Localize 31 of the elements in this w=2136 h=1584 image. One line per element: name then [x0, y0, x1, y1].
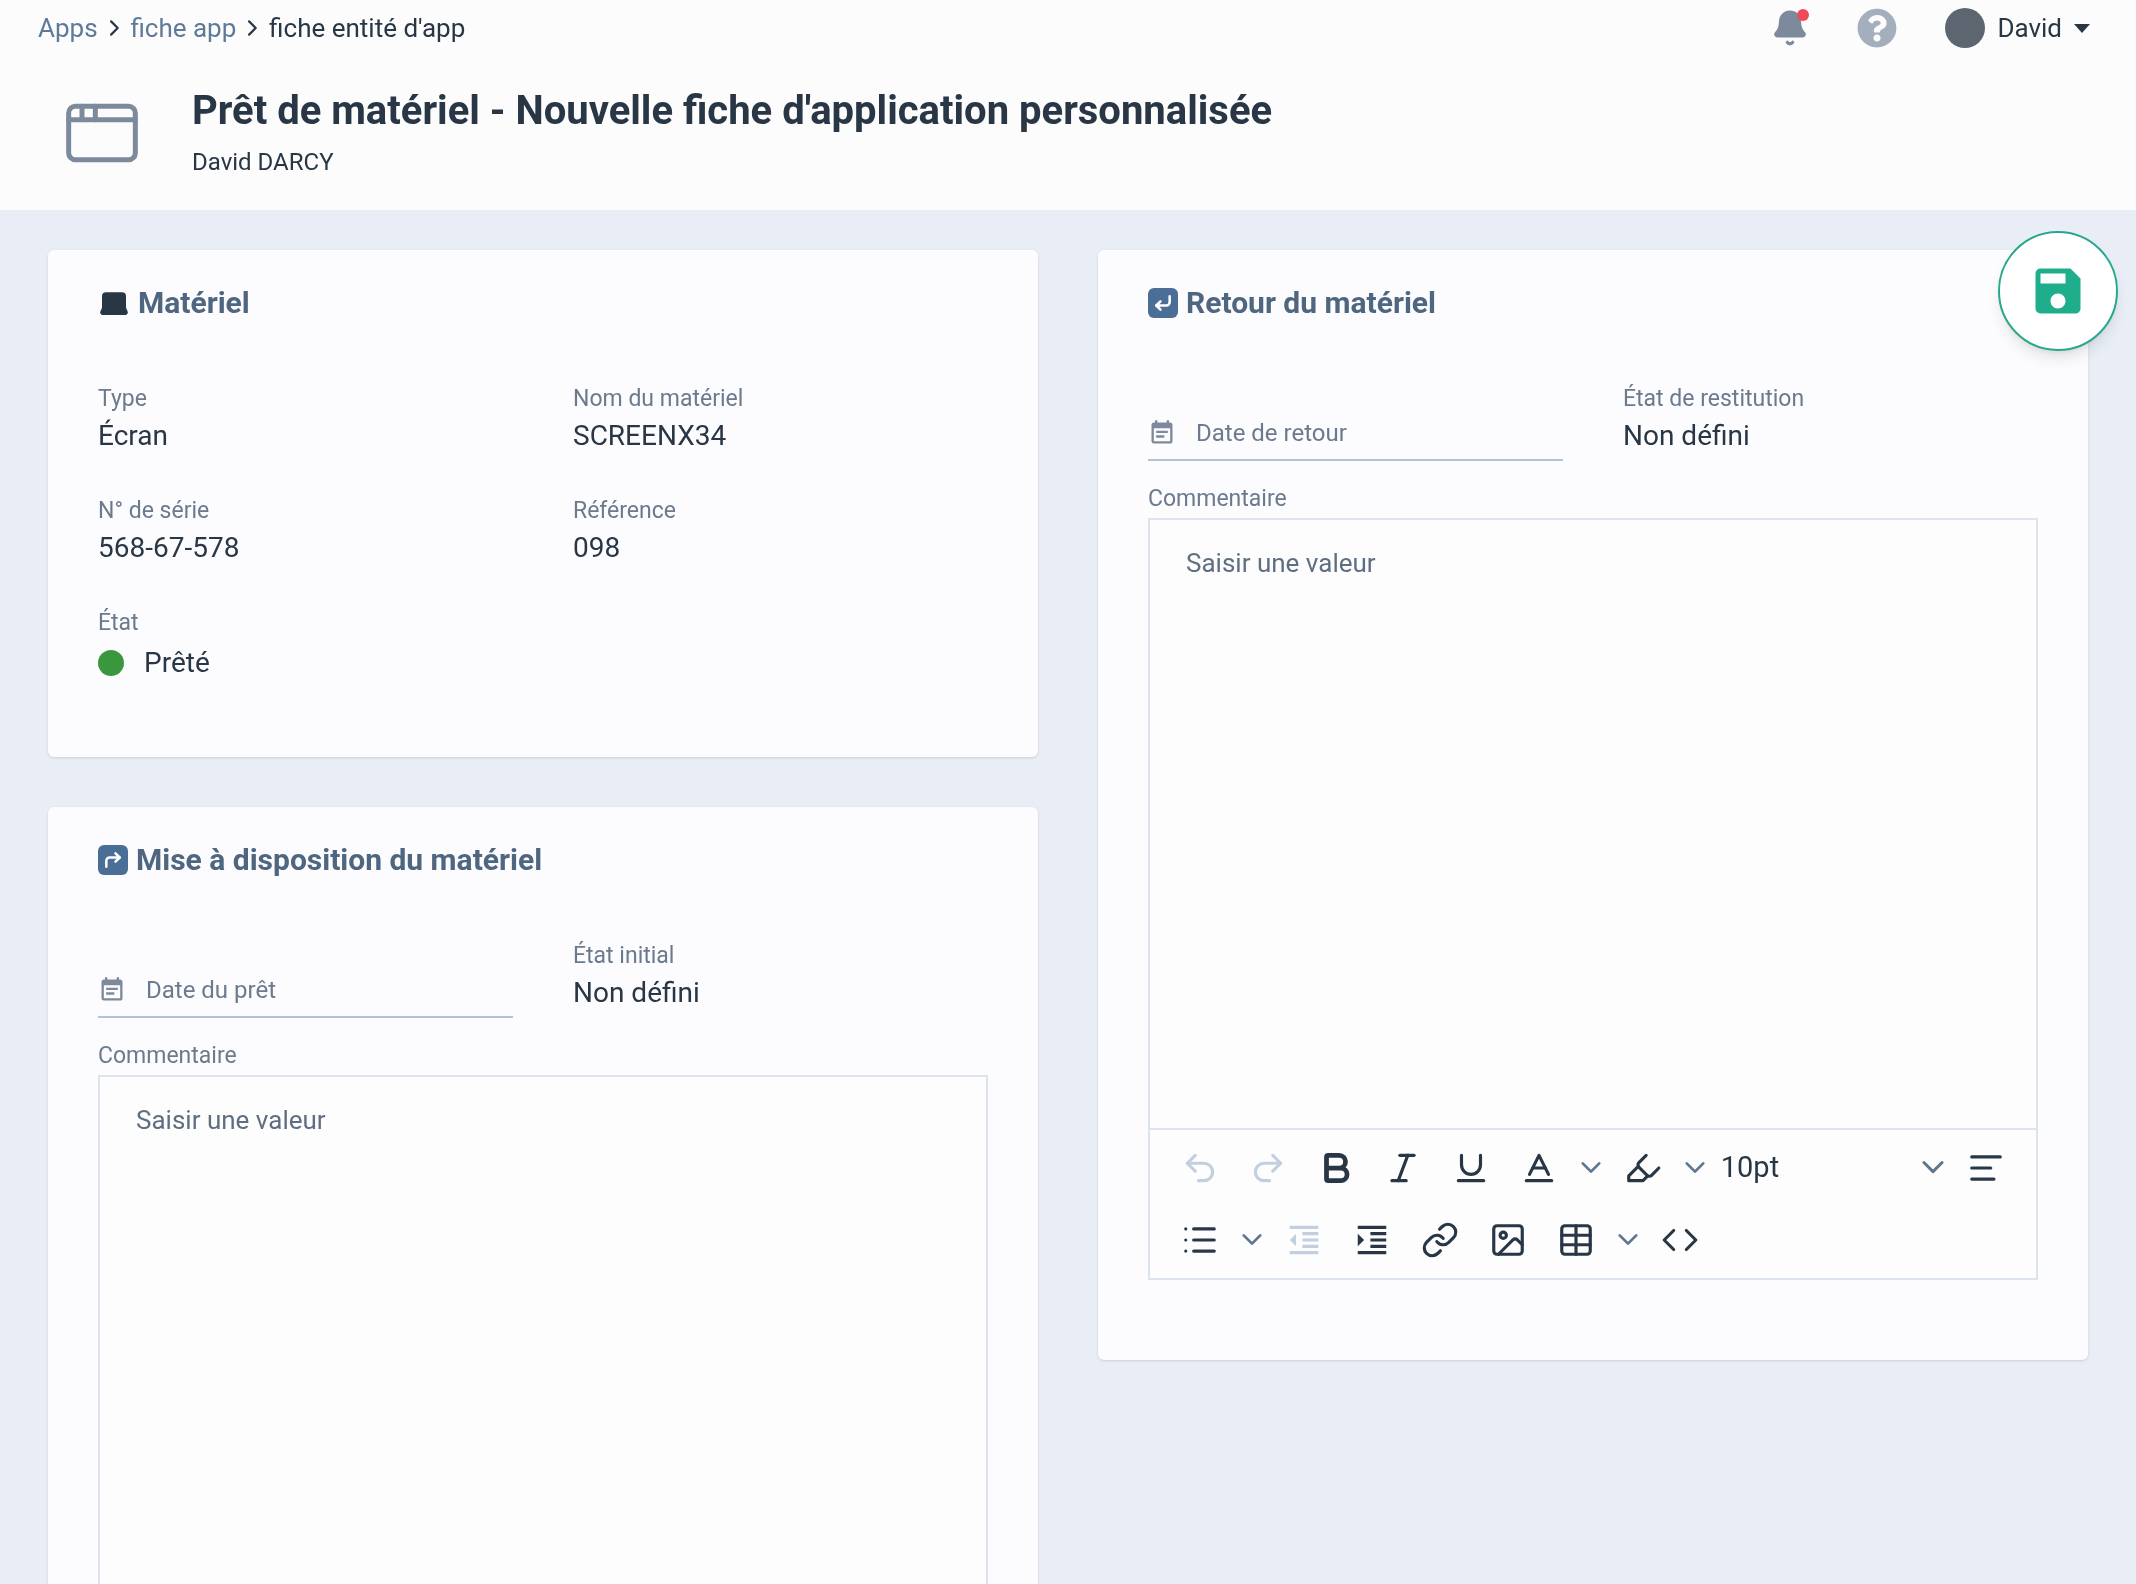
breadcrumb-link[interactable]: fiche app [130, 8, 237, 48]
field-value: Prêté [144, 645, 210, 681]
field-label: Commentaire [98, 1041, 238, 1071]
user-menu-button[interactable]: David [1997, 8, 2090, 48]
breadcrumb-link[interactable]: Apps [38, 8, 98, 48]
field-value: 098 [573, 529, 622, 565]
page-subtitle: David DARCY [192, 147, 335, 178]
field-value: Écran [98, 417, 169, 453]
field-label: Nom du matériel [573, 385, 745, 414]
card-title: Mise à disposition du matériel [136, 841, 543, 879]
field-value: Non défini [1623, 417, 1751, 453]
field-label: État [98, 608, 140, 638]
card-title: Matériel [138, 284, 250, 322]
breadcrumb-link[interactable]: fiche entité d'app [269, 8, 466, 48]
card-title: Retour du matériel [1186, 284, 1436, 322]
comment-input[interactable]: Saisir une valeur [100, 1076, 986, 1584]
field-value: SCREENX34 [573, 417, 728, 453]
field-label: État initial [573, 942, 676, 971]
field-label: N° de série [98, 496, 211, 526]
field-label: État de restitution [1623, 385, 1806, 414]
font-size-select[interactable]: 10pt [1712, 1141, 1953, 1194]
date-field[interactable]: Date du prêt [146, 971, 513, 1008]
field-value: Non défini [573, 974, 701, 1010]
field-label: Référence [573, 496, 677, 526]
field-value: 568-67-578 [98, 529, 241, 565]
comment-input[interactable]: Saisir une valeur [1150, 519, 2036, 1128]
page-title: Prêt de matériel - Nouvelle fiche d'application personnalisée [192, 86, 1273, 136]
field-label: Commentaire [1148, 484, 1288, 514]
field-label: Type [98, 385, 148, 414]
date-field[interactable]: Date de retour [1196, 414, 1563, 451]
comment-editor[interactable]: Saisir une valeur 10pt [1148, 517, 2038, 1280]
